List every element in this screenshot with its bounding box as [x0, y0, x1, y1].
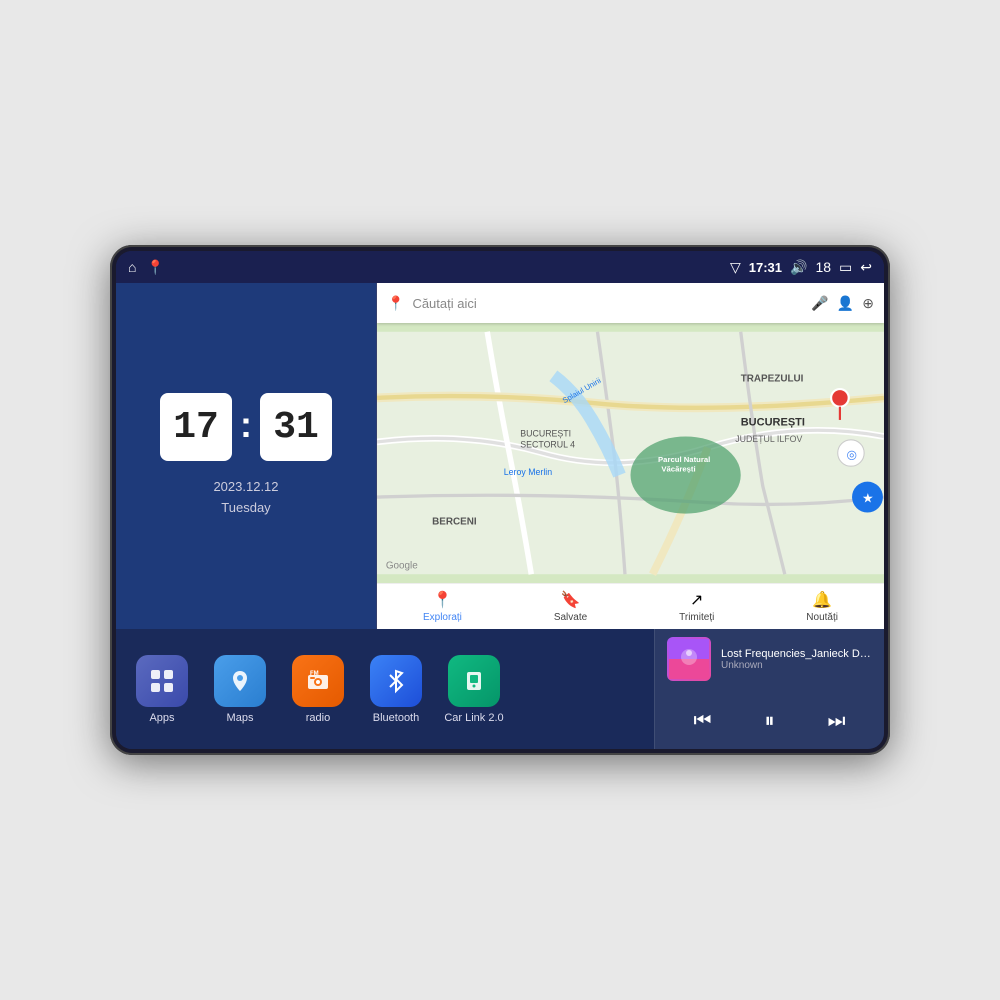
svg-text:TRAPEZULUI: TRAPEZULUI [741, 373, 804, 384]
explore-label: Explorați [423, 612, 462, 623]
app-item-bluetooth[interactable]: Bluetooth [366, 655, 426, 724]
volume-icon: 🔊 [790, 259, 807, 276]
main-content: 17 : 31 2023.12.12 Tuesday 📍 Căuta [116, 283, 884, 749]
app-grid: Apps Maps [116, 629, 654, 749]
map-pin-icon: 📍 [387, 295, 404, 312]
svg-text:JUDEȚUL ILFOV: JUDEȚUL ILFOV [735, 434, 802, 444]
battery-icon: ▭ [839, 259, 852, 276]
map-nav-news[interactable]: 🔔 Noutăți [806, 590, 838, 623]
svg-text:Google: Google [386, 561, 418, 572]
apps-label: Apps [149, 712, 174, 724]
svg-text:BERCENI: BERCENI [432, 517, 477, 528]
device: ⌂ 📍 ▽ 17:31 🔊 18 ▭ ↩ 17 : [110, 245, 890, 755]
music-controls: ⏮ ⏸ ⏭ [667, 702, 872, 741]
bluetooth-label: Bluetooth [373, 712, 419, 724]
music-artist: Unknown [721, 660, 872, 671]
send-icon: ↗ [690, 590, 703, 610]
svg-text:SECTORUL 4: SECTORUL 4 [520, 439, 575, 449]
svg-text:◎: ◎ [847, 448, 858, 462]
send-label: Trimiteți [679, 612, 714, 623]
svg-text:BUCUREȘTI: BUCUREȘTI [741, 416, 805, 428]
map-nav-send[interactable]: ↗ Trimiteți [679, 590, 714, 623]
music-player: Lost Frequencies_Janieck Devy-... Unknow… [654, 629, 884, 749]
explore-icon: 📍 [432, 590, 452, 610]
microphone-icon[interactable]: 🎤 [811, 295, 828, 312]
saved-icon: 🔖 [561, 590, 581, 610]
apps-icon [136, 655, 188, 707]
app-item-carlink[interactable]: Car Link 2.0 [444, 655, 504, 724]
app-item-radio[interactable]: FM radio [288, 655, 348, 724]
battery-level: 18 [815, 259, 831, 275]
clock-colon: : [240, 404, 252, 446]
map-searchbar[interactable]: 📍 Căutați aici 🎤 👤 ⊕ [377, 283, 884, 323]
music-prev-button[interactable]: ⏮ [686, 706, 720, 737]
music-text: Lost Frequencies_Janieck Devy-... Unknow… [721, 648, 872, 671]
svg-text:★: ★ [862, 491, 874, 506]
carlink-label: Car Link 2.0 [444, 712, 503, 724]
clock-display: 17 : 31 [160, 393, 332, 461]
map-panel: 📍 Căutați aici 🎤 👤 ⊕ [377, 283, 884, 629]
screen: ⌂ 📍 ▽ 17:31 🔊 18 ▭ ↩ 17 : [116, 251, 884, 749]
clock-panel: 17 : 31 2023.12.12 Tuesday [116, 283, 376, 629]
news-label: Noutăți [806, 612, 838, 623]
layers-icon[interactable]: ⊕ [862, 295, 874, 312]
clock-date: 2023.12.12 Tuesday [213, 477, 278, 519]
radio-icon: FM [292, 655, 344, 707]
music-next-button[interactable]: ⏭ [820, 706, 854, 737]
clock-minutes: 31 [260, 393, 332, 461]
maps-icon [214, 655, 266, 707]
status-right: ▽ 17:31 🔊 18 ▭ ↩ [730, 259, 872, 276]
top-row: 17 : 31 2023.12.12 Tuesday 📍 Căuta [116, 283, 884, 629]
carlink-icon [448, 655, 500, 707]
home-icon[interactable]: ⌂ [128, 259, 136, 275]
map-search-placeholder[interactable]: Căutați aici [412, 296, 803, 311]
svg-text:Văcărești: Văcărești [661, 465, 695, 474]
signal-icon: ▽ [730, 259, 741, 276]
app-item-maps[interactable]: Maps [210, 655, 270, 724]
maps-label: Maps [227, 712, 254, 724]
account-icon[interactable]: 👤 [837, 295, 854, 312]
map-view[interactable]: Parcul Natural Văcărești TRAPEZULUI BUCU… [377, 323, 884, 583]
news-icon: 🔔 [812, 590, 832, 610]
status-time: 17:31 [749, 260, 782, 275]
music-info: Lost Frequencies_Janieck Devy-... Unknow… [667, 637, 872, 681]
status-bar: ⌂ 📍 ▽ 17:31 🔊 18 ▭ ↩ [116, 251, 884, 283]
map-nav-saved[interactable]: 🔖 Salvate [554, 590, 587, 623]
map-bottom-nav: 📍 Explorați 🔖 Salvate ↗ Trimiteți 🔔 [377, 583, 884, 629]
bluetooth-icon [370, 655, 422, 707]
saved-label: Salvate [554, 612, 587, 623]
maps-pin-icon[interactable]: 📍 [146, 259, 163, 276]
music-title: Lost Frequencies_Janieck Devy-... [721, 648, 872, 660]
music-play-button[interactable]: ⏸ [757, 706, 783, 737]
svg-text:Leroy Merlin: Leroy Merlin [504, 467, 553, 477]
svg-text:FM: FM [310, 671, 319, 677]
back-icon[interactable]: ↩ [860, 259, 872, 276]
status-left-icons: ⌂ 📍 [128, 259, 164, 276]
svg-text:Parcul Natural: Parcul Natural [658, 455, 710, 464]
svg-text:BUCUREȘTI: BUCUREȘTI [520, 428, 571, 438]
clock-hours: 17 [160, 393, 232, 461]
map-search-actions: 🎤 👤 ⊕ [811, 295, 874, 312]
music-thumbnail [667, 637, 711, 681]
app-item-apps[interactable]: Apps [132, 655, 192, 724]
bottom-row: Apps Maps [116, 629, 884, 749]
radio-label: radio [306, 712, 330, 724]
map-nav-explore[interactable]: 📍 Explorați [423, 590, 462, 623]
